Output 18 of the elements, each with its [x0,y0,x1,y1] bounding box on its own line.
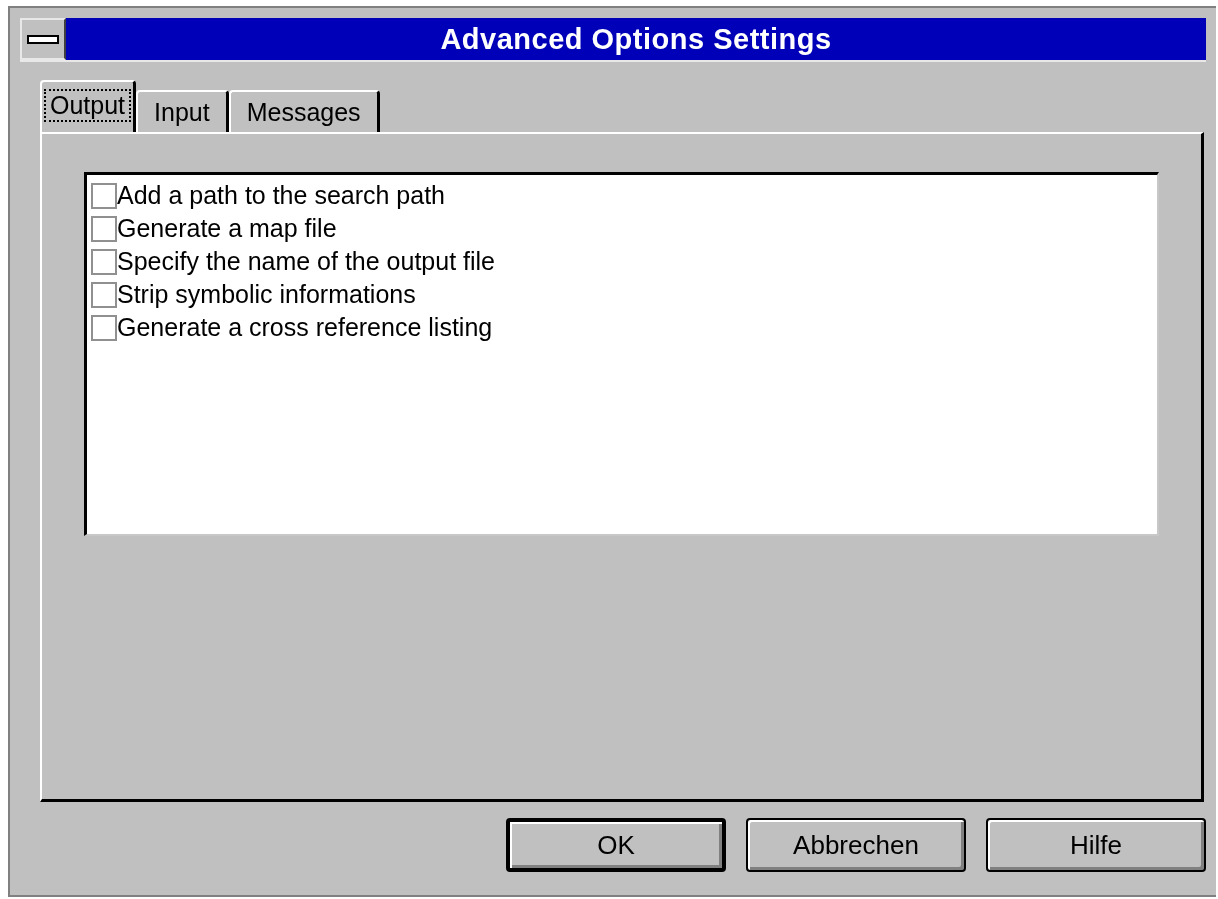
checkbox[interactable] [91,248,117,275]
checkbox[interactable] [91,281,117,308]
ok-button[interactable]: OK [506,818,726,872]
checkbox[interactable] [91,215,117,242]
option-label: Strip symbolic informations [117,280,416,309]
help-button[interactable]: Hilfe [986,818,1206,872]
checkbox[interactable] [91,314,117,341]
tab[interactable]: Output [40,80,137,132]
checkbox[interactable] [91,182,117,209]
tab[interactable]: Messages [228,90,380,132]
cancel-button[interactable]: Abbrechen [746,818,966,872]
option-label: Add a path to the search path [117,181,445,210]
option-label: Generate a cross reference listing [117,313,493,342]
window-title: Advanced Options Settings [66,18,1206,60]
option-label: Generate a map file [117,214,337,243]
option-label: Specify the name of the output file [117,247,495,276]
tab[interactable]: Input [136,90,229,132]
system-menu-button[interactable] [20,18,66,60]
